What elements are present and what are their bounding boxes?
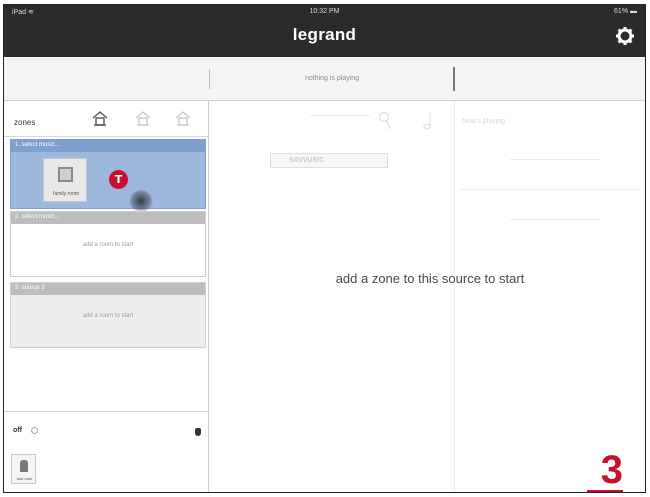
step-badge: T	[109, 170, 128, 189]
app-frame: iPad ≋ 10:32 PM 61% ▬ legrand nothing is…	[3, 4, 646, 493]
room-icon	[58, 167, 73, 182]
divider	[510, 159, 600, 160]
touch-cursor-icon	[129, 190, 153, 212]
zone-group-header: 2. select music...	[11, 212, 205, 224]
music-note-icon	[423, 113, 431, 130]
divider	[510, 219, 600, 220]
user-icon	[20, 460, 28, 472]
zone-group-header: 3. source 3	[11, 283, 205, 295]
title-bar: iPad ≋ 10:32 PM 61% ▬ legrand	[4, 5, 645, 57]
faded-search-label: SAVVUSIC	[289, 157, 325, 164]
now-playing-bar[interactable]: nothing is playing	[4, 57, 645, 101]
now-playing-text: nothing is playing	[304, 75, 360, 82]
power-icon[interactable]	[31, 427, 38, 434]
zone-group-empty-text: add a room to start	[82, 242, 134, 248]
zone-group[interactable]: 1. select music... family room T	[10, 139, 206, 212]
step-number-underline	[587, 490, 623, 492]
zone-group-header: 1. select music...	[11, 140, 205, 152]
main-content: Now's playing SAVVUSIC add a zone to thi…	[210, 101, 645, 492]
zone-group[interactable]: 2. select music... add a room to start	[10, 211, 206, 277]
app-title: legrand	[292, 25, 357, 44]
add-user-label: add user	[16, 476, 33, 481]
zone-group[interactable]: 3. source 3 add a room to start	[10, 282, 206, 348]
faded-search-box: SAVVUSIC	[270, 153, 388, 168]
zones-header: zones	[4, 101, 209, 137]
zone-tile[interactable]: family room	[43, 158, 87, 202]
search-icon	[378, 111, 391, 130]
step-number: 3	[600, 448, 623, 492]
zones-footer: off add user	[4, 411, 209, 492]
empty-state-message: add a zone to this source to start	[335, 271, 525, 286]
add-user-button[interactable]: add user	[11, 454, 36, 484]
divider	[310, 115, 370, 116]
status-battery: 61% ▬	[614, 8, 637, 15]
house-icon[interactable]	[174, 109, 192, 127]
volume-icon[interactable]	[195, 428, 201, 436]
status-time: 10:32 PM	[309, 8, 340, 15]
zones-panel: zones 1. select music... family room T 2…	[4, 101, 209, 492]
house-icon[interactable]	[134, 109, 152, 127]
divider	[453, 67, 455, 91]
zones-title: zones	[14, 118, 36, 127]
zone-group-empty-text: add a room to start	[82, 313, 134, 319]
zone-tile-label: family room	[53, 191, 79, 197]
divider	[209, 69, 210, 89]
gear-icon[interactable]	[615, 26, 635, 46]
house-icon[interactable]	[91, 109, 109, 127]
faded-tab-label: Now's playing	[462, 118, 505, 125]
divider	[460, 189, 640, 190]
power-off-label[interactable]: off	[13, 427, 22, 434]
